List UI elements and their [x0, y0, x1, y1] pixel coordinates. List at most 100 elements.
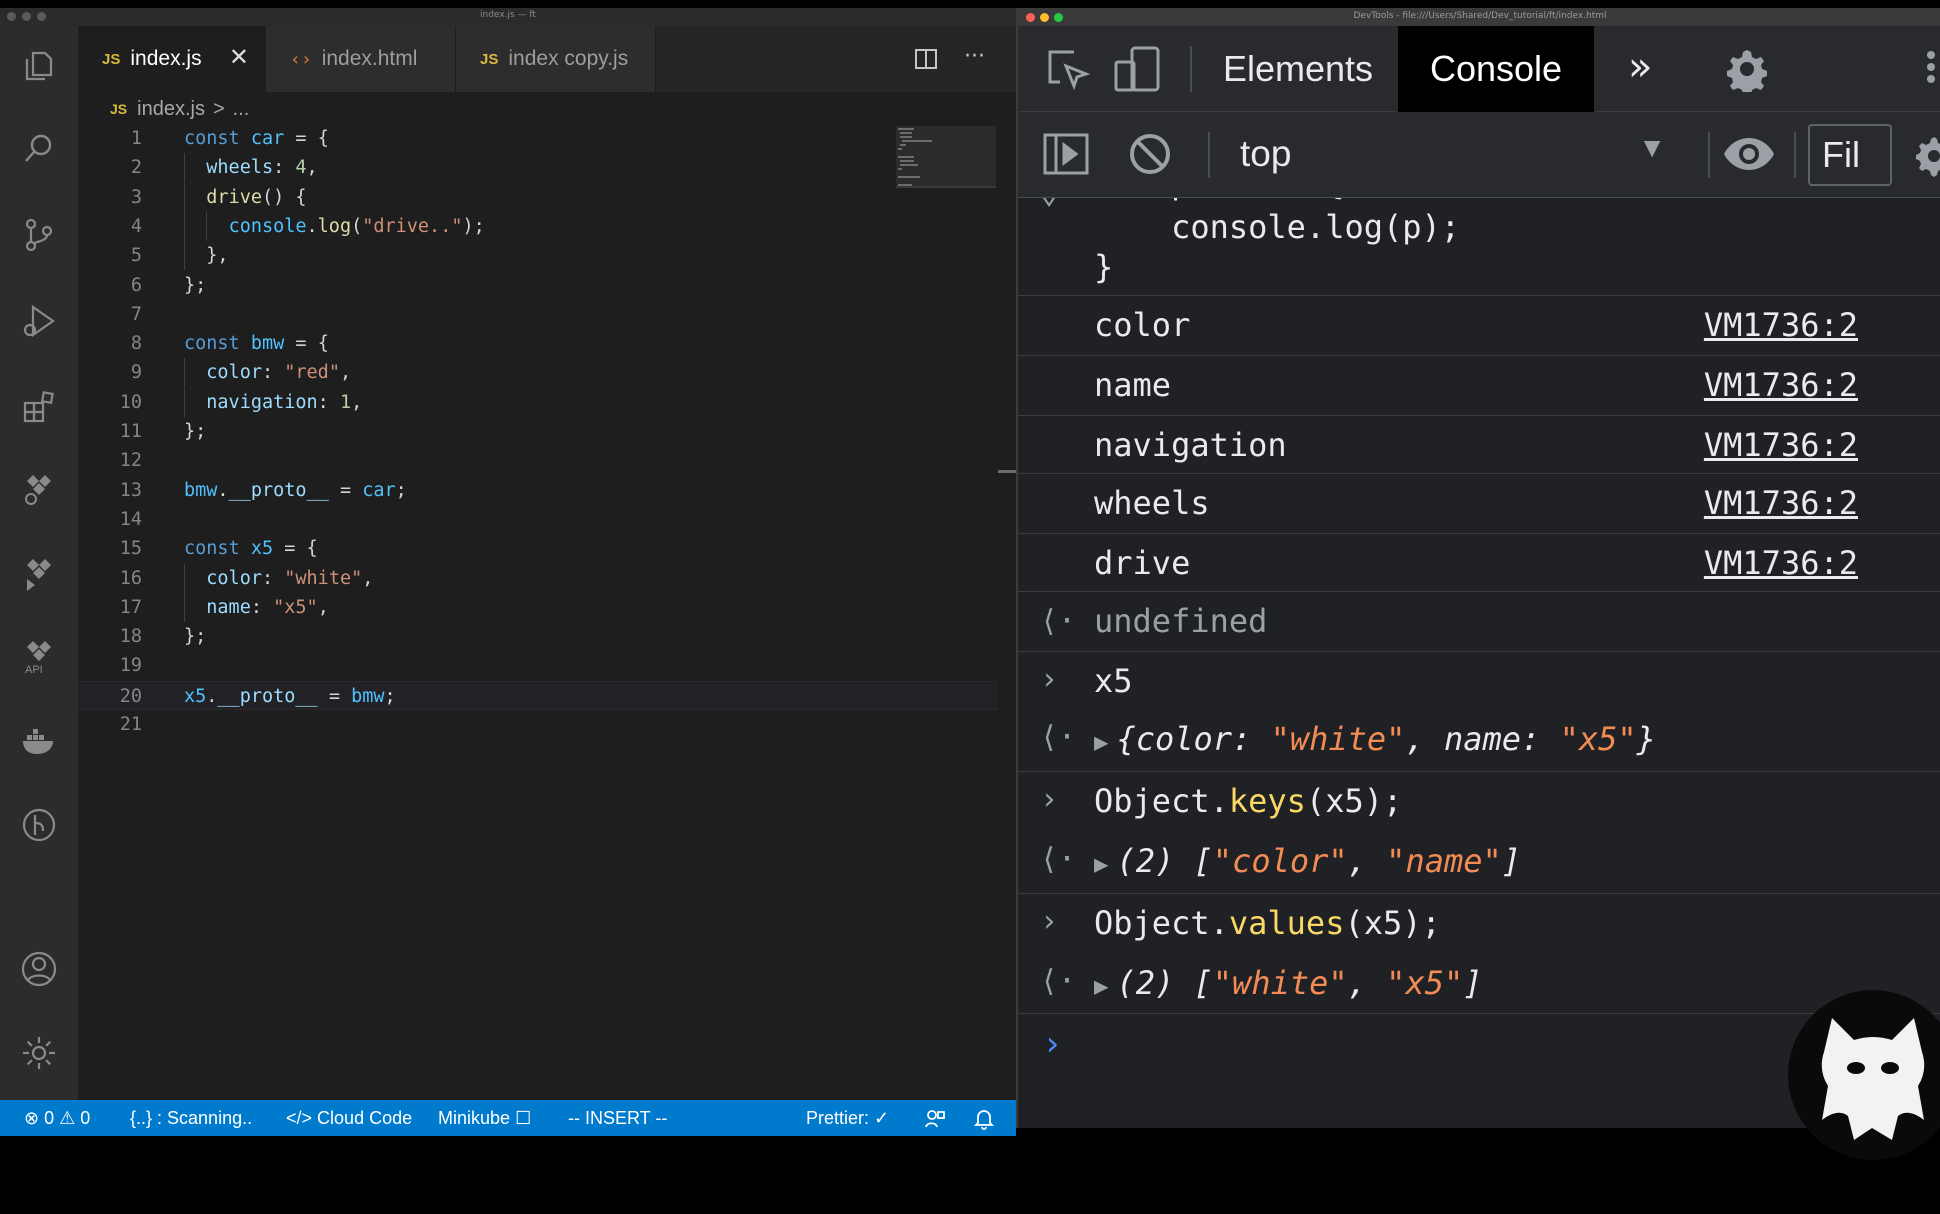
- clear-console-icon[interactable]: [1128, 132, 1172, 176]
- code-line[interactable]: 19: [78, 651, 998, 680]
- tab-index-copy-js[interactable]: JS index copy.js: [456, 26, 656, 92]
- line-number: 15: [119, 538, 142, 560]
- result-arrow-icon: ⟨·: [1040, 720, 1077, 755]
- devtools-window: DevTools - file:///Users/Shared/Dev_tuto…: [1016, 8, 1940, 1128]
- code-line[interactable]: 11};: [78, 417, 998, 446]
- more-actions-icon[interactable]: ···: [964, 44, 985, 69]
- scrollbar-thumb[interactable]: [998, 470, 1016, 473]
- tab-elements[interactable]: Elements: [1198, 26, 1398, 112]
- code-icon: </>: [286, 1108, 313, 1128]
- code-text: };: [184, 274, 207, 296]
- feedback-icon[interactable]: [924, 1108, 946, 1135]
- code-line[interactable]: 17 name: "x5",: [78, 592, 998, 622]
- code-line[interactable]: 5 },: [78, 241, 998, 271]
- notifications-bell-icon[interactable]: [973, 1108, 995, 1135]
- line-number: 10: [119, 391, 142, 413]
- split-editor-icon[interactable]: [914, 48, 938, 75]
- expandable-array[interactable]: ▶ (2) ["white", "x5"]: [1094, 964, 1483, 1002]
- console-settings-gear-icon[interactable]: [1914, 134, 1940, 178]
- editor-tab-bar: JS index.js ✕ ‹› index.html JS index cop…: [78, 26, 1016, 92]
- expand-triangle-icon[interactable]: ▶: [1094, 972, 1108, 1000]
- code-line[interactable]: 20 x5.__proto__ = bmw;: [78, 680, 998, 710]
- code-line[interactable]: 18};: [78, 622, 998, 651]
- code-line[interactable]: 21: [78, 710, 998, 739]
- code-line[interactable]: 8 const bmw = {: [78, 329, 998, 358]
- run-debug-icon[interactable]: [14, 296, 64, 346]
- vim-mode: -- INSERT --: [568, 1108, 668, 1128]
- vscode-window: index.js — ft API JS index.js ✕ ‹› index…: [0, 8, 1016, 1136]
- expression-object: Object.: [1094, 782, 1229, 820]
- source-control-icon[interactable]: [14, 210, 64, 260]
- breadcrumb-file[interactable]: index.js: [137, 98, 205, 121]
- code-line[interactable]: 10 navigation: 1,: [78, 387, 998, 417]
- line-number: 19: [119, 655, 142, 677]
- tab-index-js[interactable]: JS index.js ✕: [78, 26, 266, 92]
- toggle-sidebar-icon[interactable]: [1042, 132, 1090, 176]
- live-expression-eye-icon[interactable]: [1722, 134, 1776, 174]
- array-item: "color": [1212, 842, 1348, 880]
- prettier-status[interactable]: Prettier: ✓: [806, 1108, 889, 1129]
- code-line[interactable]: 13 bmw.__proto__ = car;: [78, 476, 998, 505]
- code-line[interactable]: 14: [78, 505, 998, 534]
- more-tabs-chevron-icon[interactable]: »: [1628, 44, 1652, 90]
- line-number: 11: [119, 421, 142, 442]
- code-line[interactable]: 4 console.log("drive..");: [78, 211, 998, 241]
- breadcrumb-more[interactable]: ...: [233, 98, 250, 121]
- cloud-api-icon[interactable]: API: [14, 630, 64, 680]
- log-source-link[interactable]: VM1736:2: [1704, 426, 1858, 464]
- problems-indicator[interactable]: ⊗ 0 ⚠ 0: [24, 1108, 90, 1129]
- log-source-link[interactable]: VM1736:2: [1704, 366, 1858, 404]
- code-line[interactable]: 12: [78, 446, 998, 475]
- code-line[interactable]: 7: [78, 300, 998, 329]
- console-prompt-chevron-icon[interactable]: ›: [1042, 1024, 1062, 1064]
- expand-triangle-icon[interactable]: ▶: [1094, 850, 1108, 878]
- line-number: 1: [130, 128, 142, 149]
- tab-index-html[interactable]: ‹› index.html: [266, 26, 456, 92]
- log-source-link[interactable]: VM1736:2: [1704, 544, 1858, 582]
- code-text: color: "white",: [206, 567, 374, 589]
- minimap-slider[interactable]: [896, 126, 996, 188]
- console-result-row: ⟨· undefined: [1018, 592, 1940, 652]
- expandable-object[interactable]: ▶ {color: "white", name: "x5"}: [1094, 720, 1656, 758]
- device-toolbar-icon[interactable]: [1112, 44, 1164, 96]
- customize-menu-icon[interactable]: [1926, 51, 1936, 83]
- code-line[interactable]: 6};: [78, 271, 998, 300]
- code-line[interactable]: 15 const x5 = {: [78, 534, 998, 563]
- cloud-code-status[interactable]: </> Cloud Code: [286, 1108, 412, 1129]
- code-line[interactable]: 9 color: "red",: [78, 358, 998, 388]
- devtools-settings-gear-icon[interactable]: [1724, 46, 1770, 92]
- status-bar: ⊗ 0 ⚠ 0 {..} : Scanning.. </> Cloud Code…: [0, 1100, 1016, 1136]
- log-source-link[interactable]: VM1736:2: [1704, 484, 1858, 522]
- gitlens-icon[interactable]: [14, 800, 64, 850]
- code-line[interactable]: 2 wheels: 4,: [78, 153, 998, 183]
- console-prompt-input[interactable]: [1094, 1018, 1794, 1078]
- log-source-link[interactable]: VM1736:2: [1704, 306, 1858, 344]
- line-number: 4: [130, 215, 142, 237]
- extensions-icon[interactable]: [14, 382, 64, 432]
- expandable-array[interactable]: ▶ (2) ["color", "name"]: [1094, 842, 1521, 880]
- object-key: color: [1135, 720, 1233, 758]
- expand-triangle-icon[interactable]: ▶: [1094, 728, 1108, 756]
- minikube-status[interactable]: Minikube ☐: [438, 1108, 531, 1129]
- devtools-tab-bar: Elements Console »: [1018, 26, 1940, 112]
- filter-input[interactable]: Fil: [1808, 124, 1892, 186]
- search-icon[interactable]: [14, 124, 64, 174]
- settings-gear-icon[interactable]: [14, 1028, 64, 1078]
- cloud-run-icon[interactable]: [14, 548, 64, 598]
- code-editor[interactable]: 1 const car = {2 wheels: 4, 3 drive() {4 c…: [78, 124, 998, 1084]
- code-line[interactable]: 16 color: "white",: [78, 563, 998, 593]
- context-selector[interactable]: top ▼: [1240, 124, 1670, 184]
- code-line[interactable]: 1 const car = {: [78, 124, 998, 153]
- close-icon[interactable]: ✕: [229, 46, 249, 70]
- inspect-element-icon[interactable]: [1044, 46, 1092, 94]
- object-value: "white": [1270, 720, 1406, 758]
- code-text: const bmw = {: [184, 333, 329, 355]
- explorer-icon[interactable]: [14, 40, 64, 90]
- code-text: drive() {: [206, 186, 307, 208]
- docker-icon[interactable]: [14, 716, 64, 766]
- cloud-code-icon[interactable]: [14, 464, 64, 514]
- code-line[interactable]: 3 drive() {: [78, 182, 998, 212]
- tab-console[interactable]: Console: [1398, 26, 1594, 112]
- account-icon[interactable]: [14, 944, 64, 994]
- scanning-status[interactable]: {..} : Scanning..: [130, 1108, 252, 1129]
